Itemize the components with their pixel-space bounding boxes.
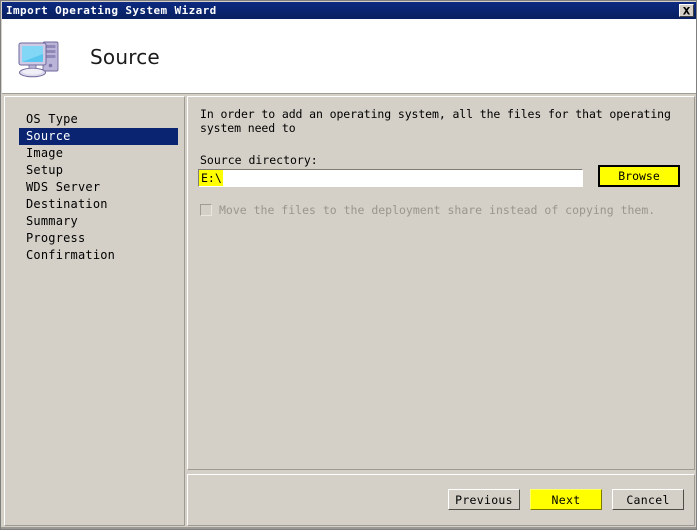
sidebar-item-progress[interactable]: Progress [19, 230, 178, 247]
sidebar-item-source[interactable]: Source [19, 128, 178, 145]
sidebar-item-setup[interactable]: Setup [19, 162, 178, 179]
close-button[interactable] [679, 4, 694, 17]
next-button[interactable]: Next [530, 489, 602, 510]
footer-button-bar: Previous Next Cancel [187, 474, 695, 526]
browse-button[interactable]: Browse [598, 165, 680, 187]
wizard-header: Source [2, 19, 696, 94]
page-title: Source [90, 44, 160, 69]
content-panel: In order to add an operating system, all… [187, 96, 695, 470]
source-directory-input[interactable]: E:\ [198, 169, 583, 187]
wizard-window: Import Operating System Wizard Source OS… [0, 0, 697, 530]
cancel-button[interactable]: Cancel [612, 489, 684, 510]
title-bar: Import Operating System Wizard [2, 2, 696, 19]
source-directory-label: Source directory: [200, 153, 318, 167]
body-area: OS Type Source Image Setup WDS Server De… [2, 94, 696, 529]
window-title: Import Operating System Wizard [6, 4, 217, 17]
close-icon [682, 6, 691, 15]
sidebar-item-os-type[interactable]: OS Type [19, 111, 178, 128]
move-files-checkbox-row[interactable]: Move the files to the deployment share i… [200, 203, 655, 217]
move-files-label: Move the files to the deployment share i… [219, 203, 656, 217]
window-bottom-edge [1, 527, 696, 529]
description-text: In order to add an operating system, all… [200, 107, 685, 136]
source-directory-value: E:\ [199, 170, 223, 186]
previous-button[interactable]: Previous [448, 489, 520, 510]
footer-buttons: Previous Next Cancel [448, 489, 684, 510]
sidebar-item-wds-server[interactable]: WDS Server [19, 179, 178, 196]
sidebar-item-destination[interactable]: Destination [19, 196, 178, 213]
computer-monitor-icon [16, 34, 64, 80]
wizard-steps-sidebar: OS Type Source Image Setup WDS Server De… [4, 96, 185, 526]
sidebar-item-summary[interactable]: Summary [19, 213, 178, 230]
sidebar-item-confirmation[interactable]: Confirmation [19, 247, 178, 264]
move-files-checkbox[interactable] [200, 204, 212, 216]
sidebar-item-image[interactable]: Image [19, 145, 178, 162]
